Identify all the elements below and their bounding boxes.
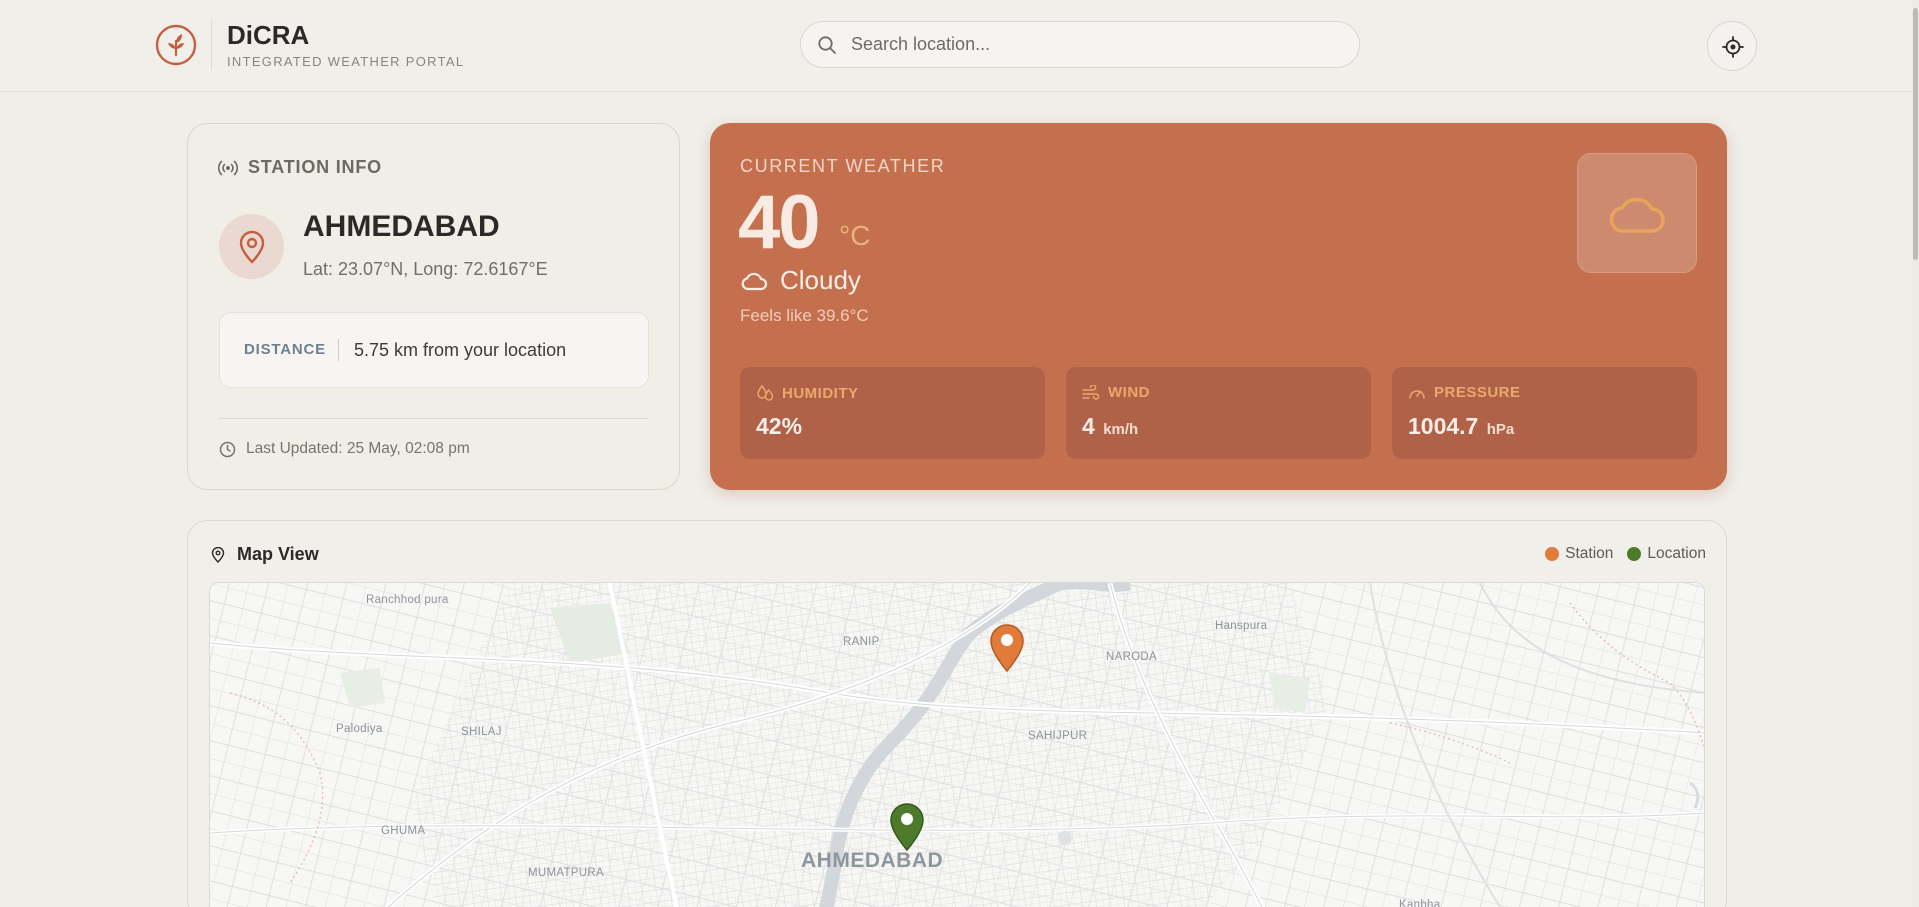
- wind-icon: [1082, 384, 1100, 400]
- weather-condition: Cloudy: [740, 265, 861, 296]
- map-label-ghuma: GHUMA: [381, 825, 426, 837]
- location-dot-icon: [1627, 547, 1642, 561]
- current-weather-card: CURRENT WEATHER 40 °C Cloudy Feels like …: [710, 123, 1727, 490]
- distance-divider: [338, 339, 339, 361]
- broadcast-icon: [218, 160, 238, 175]
- map-base-layer: [210, 583, 1704, 907]
- map-pin-small-icon: [211, 546, 225, 563]
- location-pin-icon: [890, 803, 924, 852]
- weather-icon-box: [1577, 153, 1697, 273]
- current-weather-heading: CURRENT WEATHER: [740, 156, 946, 176]
- map-label-naroda: NARODA: [1106, 651, 1158, 663]
- map-label-mumatpura: MUMATPURA: [528, 867, 604, 879]
- map-view-card: Map View Station Location Ranchhod pura …: [187, 520, 1727, 907]
- search-input[interactable]: [851, 22, 1341, 67]
- map-label-hanspura: Hanspura: [1215, 620, 1268, 632]
- distance-label: DISTANCE: [244, 341, 326, 358]
- wind-label: WIND: [1108, 384, 1150, 401]
- pressure-stat: PRESSURE 1004.7 hPa: [1392, 367, 1697, 459]
- map-label-ranip: RANIP: [843, 636, 880, 648]
- station-dot-icon: [1545, 547, 1560, 561]
- map-label-ranchhod-pura: Ranchhod pura: [366, 594, 449, 606]
- logo-divider: [211, 20, 212, 70]
- map-label-sahijpur: SAHIJPUR: [1028, 730, 1088, 742]
- brand-title: DiCRA: [227, 20, 310, 50]
- map-canvas[interactable]: Ranchhod pura RANIP Hanspura NARODA Palo…: [209, 582, 1705, 907]
- humidity-icon: [757, 384, 774, 401]
- distance-box: DISTANCE 5.75 km from your location: [219, 312, 649, 388]
- search-icon: [818, 36, 836, 54]
- map-label-kanbha: Kanbha: [1399, 899, 1441, 907]
- gauge-icon: [1409, 389, 1425, 399]
- legend-location: Location: [1627, 545, 1706, 563]
- map-legend: Station Location: [1545, 545, 1706, 563]
- locate-me-button[interactable]: [1707, 21, 1757, 71]
- map-pin-icon: [239, 230, 265, 264]
- pressure-unit: hPa: [1486, 421, 1515, 438]
- distance-value: 5.75 km from your location: [354, 340, 567, 360]
- station-marker[interactable]: [989, 623, 1025, 678]
- humidity-label: HUMIDITY: [782, 384, 859, 402]
- scrollbar-thumb[interactable]: [1913, 8, 1918, 260]
- condition-text: Cloudy: [780, 265, 861, 295]
- clock-icon: [219, 441, 236, 457]
- legend-location-label: Location: [1647, 545, 1706, 562]
- legend-station-label: Station: [1565, 545, 1614, 562]
- cloud-large-icon: [1609, 197, 1665, 233]
- top-header: DiCRA INTEGRATED WEATHER PORTAL: [0, 0, 1912, 92]
- last-updated-text: Last Updated: 25 May, 02:08 pm: [246, 440, 470, 457]
- wind-value: 4: [1082, 413, 1095, 439]
- map-label-palodiya: Palodiya: [336, 723, 383, 735]
- location-marker[interactable]: [889, 802, 925, 857]
- temperature-value: 40: [738, 180, 821, 265]
- wind-unit: km/h: [1103, 421, 1139, 438]
- map-view-title: Map View: [237, 544, 319, 564]
- temperature-unit: °C: [839, 220, 871, 251]
- station-pin-badge: [219, 214, 284, 279]
- humidity-stat: HUMIDITY 42%: [740, 367, 1045, 459]
- station-info-heading: STATION INFO: [248, 157, 382, 177]
- cloud-icon: [741, 272, 768, 290]
- brand-subtitle: INTEGRATED WEATHER PORTAL: [227, 54, 465, 69]
- legend-station: Station: [1545, 545, 1613, 563]
- card-divider: [219, 418, 649, 419]
- crosshair-icon: [1722, 36, 1744, 58]
- last-updated: Last Updated: 25 May, 02:08 pm: [219, 440, 470, 458]
- wind-stat: WIND 4 km/h: [1066, 367, 1371, 459]
- leaf-logo-icon[interactable]: [155, 24, 197, 66]
- station-name: AHMEDABAD: [303, 210, 500, 243]
- station-info-card: STATION INFO AHMEDABAD Lat: 23.07°N, Lon…: [187, 123, 680, 490]
- map-label-shilaj: SHILAJ: [461, 726, 502, 738]
- pressure-value: 1004.7: [1408, 413, 1479, 439]
- search-bar: [800, 21, 1360, 68]
- humidity-value: 42%: [756, 413, 803, 439]
- feels-like: Feels like 39.6°C: [740, 306, 869, 325]
- pressure-label: PRESSURE: [1434, 384, 1521, 401]
- station-pin-icon: [990, 624, 1024, 673]
- station-coordinates: Lat: 23.07°N, Long: 72.6167°E: [303, 259, 548, 279]
